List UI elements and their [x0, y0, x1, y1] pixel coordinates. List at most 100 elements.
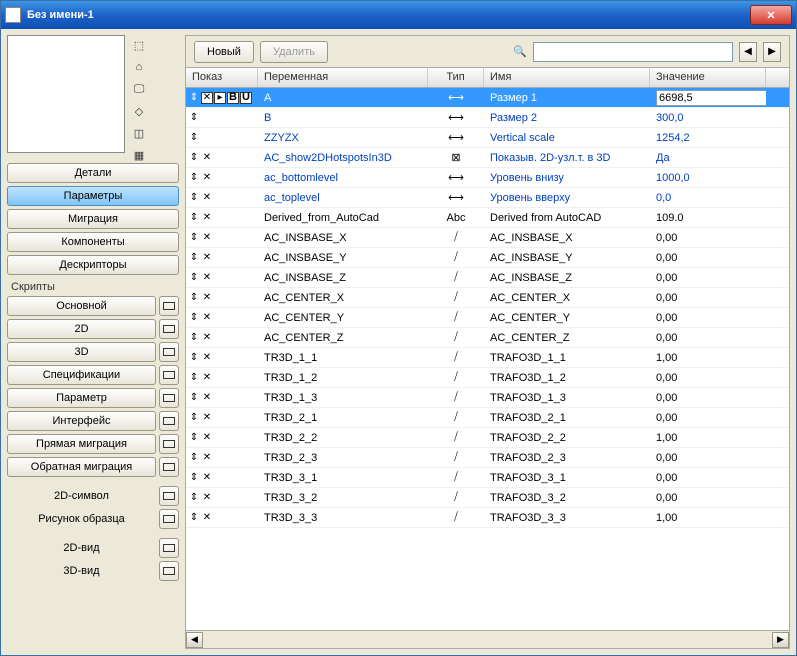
- table-row[interactable]: ⇕✕ac_bottomlevel⟷Уровень внизу1000,0: [186, 168, 789, 188]
- table-row[interactable]: ⇕✕AC_CENTER_Y⧸AC_CENTER_Y0,00: [186, 308, 789, 328]
- script-2d-aux[interactable]: [159, 319, 179, 339]
- cell-pokaz[interactable]: ⇕: [186, 112, 258, 124]
- cell-type-icon[interactable]: ⟷: [428, 171, 484, 184]
- cell-type-icon[interactable]: ⧸: [428, 431, 484, 444]
- cell-pokaz[interactable]: ⇕✕: [186, 192, 258, 204]
- col-type[interactable]: Тип: [428, 68, 484, 87]
- table-row[interactable]: ⇕✕▸BUA⟷Размер 1: [186, 88, 789, 108]
- value-input[interactable]: [656, 90, 766, 106]
- table-row[interactable]: ⇕B⟷Размер 2300,0: [186, 108, 789, 128]
- table-row[interactable]: ⇕✕TR3D_2_3⧸TRAFO3D_2_30,00: [186, 448, 789, 468]
- table-row[interactable]: ⇕ZZYZX⟷Vertical scale1254,2: [186, 128, 789, 148]
- nav-prev-button[interactable]: ◀: [739, 42, 757, 62]
- cell-type-icon[interactable]: ⧸: [428, 351, 484, 364]
- horizontal-scrollbar[interactable]: ◀ ▶: [186, 630, 789, 648]
- cell-type-icon[interactable]: ⧸: [428, 331, 484, 344]
- script-param-aux[interactable]: [159, 388, 179, 408]
- table-row[interactable]: ⇕✕AC_CENTER_Z⧸AC_CENTER_Z0,00: [186, 328, 789, 348]
- cell-pokaz[interactable]: ⇕✕: [186, 172, 258, 184]
- cell-type-icon[interactable]: ⧸: [428, 511, 484, 524]
- box-tool-icon[interactable]: ◫: [131, 125, 147, 141]
- script-interface-aux[interactable]: [159, 411, 179, 431]
- table-row[interactable]: ⇕✕TR3D_1_3⧸TRAFO3D_1_30,00: [186, 388, 789, 408]
- migration-button[interactable]: Миграция: [7, 209, 179, 229]
- script-main-button[interactable]: Основной: [7, 296, 156, 316]
- cell-pokaz[interactable]: ⇕✕: [186, 212, 258, 224]
- cell-pokaz[interactable]: ⇕✕▸BU: [186, 92, 258, 104]
- script-interface-button[interactable]: Интерфейс: [7, 411, 156, 431]
- col-variable[interactable]: Переменная: [258, 68, 428, 87]
- delete-button[interactable]: Удалить: [260, 41, 328, 63]
- arrow-tool-icon[interactable]: ⬚: [131, 37, 147, 53]
- script-back-aux[interactable]: [159, 457, 179, 477]
- table-row[interactable]: ⇕✕AC_show2DHotspotsIn3D⊠Показыв. 2D-узл.…: [186, 148, 789, 168]
- cell-pokaz[interactable]: ⇕✕: [186, 492, 258, 504]
- cell-type-icon[interactable]: ⧸: [428, 251, 484, 264]
- script-main-aux[interactable]: [159, 296, 179, 316]
- table-row[interactable]: ⇕✕TR3D_3_3⧸TRAFO3D_3_31,00: [186, 508, 789, 528]
- symbol-2d-aux[interactable]: [159, 486, 179, 506]
- cell-type-icon[interactable]: ⊠: [428, 151, 484, 164]
- script-param-button[interactable]: Параметр: [7, 388, 156, 408]
- cell-pokaz[interactable]: ⇕✕: [186, 252, 258, 264]
- cell-type-icon[interactable]: ⧸: [428, 391, 484, 404]
- parameters-button[interactable]: Параметры: [7, 186, 179, 206]
- cell-pokaz[interactable]: ⇕✕: [186, 152, 258, 164]
- cell-pokaz[interactable]: ⇕✕: [186, 512, 258, 524]
- cell-type-icon[interactable]: ⧸: [428, 311, 484, 324]
- script-specs-button[interactable]: Спецификации: [7, 365, 156, 385]
- cell-type-icon[interactable]: ⟷: [428, 191, 484, 204]
- parameters-table[interactable]: Показ Переменная Тип Имя Значение ⇕✕▸BUA…: [186, 68, 789, 630]
- cell-type-icon[interactable]: ⧸: [428, 371, 484, 384]
- cell-pokaz[interactable]: ⇕✕: [186, 352, 258, 364]
- table-row[interactable]: ⇕✕AC_INSBASE_Z⧸AC_INSBASE_Z0,00: [186, 268, 789, 288]
- cell-pokaz[interactable]: ⇕✕: [186, 412, 258, 424]
- col-pokaz[interactable]: Показ: [186, 68, 258, 87]
- cell-pokaz[interactable]: ⇕✕: [186, 452, 258, 464]
- nav-next-button[interactable]: ▶: [763, 42, 781, 62]
- cell-pokaz[interactable]: ⇕✕: [186, 472, 258, 484]
- cell-type-icon[interactable]: ⧸: [428, 271, 484, 284]
- script-3d-aux[interactable]: [159, 342, 179, 362]
- new-button[interactable]: Новый: [194, 41, 254, 63]
- script-fwd-aux[interactable]: [159, 434, 179, 454]
- table-row[interactable]: ⇕✕AC_INSBASE_X⧸AC_INSBASE_X0,00: [186, 228, 789, 248]
- cell-pokaz[interactable]: ⇕✕: [186, 432, 258, 444]
- cell-pokaz[interactable]: ⇕: [186, 132, 258, 144]
- cell-type-icon[interactable]: Abc: [428, 212, 484, 224]
- script-specs-aux[interactable]: [159, 365, 179, 385]
- sample-img-aux[interactable]: [159, 509, 179, 529]
- search-input[interactable]: [533, 42, 733, 62]
- details-button[interactable]: Детали: [7, 163, 179, 183]
- monitor-tool-icon[interactable]: 🖵: [131, 81, 147, 97]
- script-back-migration-button[interactable]: Обратная миграция: [7, 457, 156, 477]
- table-row[interactable]: ⇕✕TR3D_1_2⧸TRAFO3D_1_20,00: [186, 368, 789, 388]
- cell-type-icon[interactable]: ⟷: [428, 131, 484, 144]
- table-row[interactable]: ⇕✕AC_CENTER_X⧸AC_CENTER_X0,00: [186, 288, 789, 308]
- cell-pokaz[interactable]: ⇕✕: [186, 292, 258, 304]
- cell-pokaz[interactable]: ⇕✕: [186, 372, 258, 384]
- cell-type-icon[interactable]: ⧸: [428, 451, 484, 464]
- cell-type-icon[interactable]: ⧸: [428, 291, 484, 304]
- cell-type-icon[interactable]: ⧸: [428, 471, 484, 484]
- view-3d-aux[interactable]: [159, 561, 179, 581]
- table-row[interactable]: ⇕✕ac_toplevel⟷Уровень вверху0,0: [186, 188, 789, 208]
- table-row[interactable]: ⇕✕TR3D_3_2⧸TRAFO3D_3_20,00: [186, 488, 789, 508]
- table-row[interactable]: ⇕✕TR3D_1_1⧸TRAFO3D_1_11,00: [186, 348, 789, 368]
- view-2d-aux[interactable]: [159, 538, 179, 558]
- components-button[interactable]: Компоненты: [7, 232, 179, 252]
- col-value[interactable]: Значение: [650, 68, 766, 87]
- cell-type-icon[interactable]: ⧸: [428, 231, 484, 244]
- cube-tool-icon[interactable]: ◇: [131, 103, 147, 119]
- cell-pokaz[interactable]: ⇕✕: [186, 272, 258, 284]
- script-3d-button[interactable]: 3D: [7, 342, 156, 362]
- table-row[interactable]: ⇕✕TR3D_2_1⧸TRAFO3D_2_10,00: [186, 408, 789, 428]
- table-row[interactable]: ⇕✕TR3D_3_1⧸TRAFO3D_3_10,00: [186, 468, 789, 488]
- cell-type-icon[interactable]: ⟷: [428, 111, 484, 124]
- cell-type-icon[interactable]: ⧸: [428, 411, 484, 424]
- screen-tool-icon[interactable]: ⌂: [131, 59, 147, 75]
- table-row[interactable]: ⇕✕Derived_from_AutoCadAbcDerived from Au…: [186, 208, 789, 228]
- film-tool-icon[interactable]: ▦: [131, 147, 147, 163]
- col-name[interactable]: Имя: [484, 68, 650, 87]
- table-row[interactable]: ⇕✕AC_INSBASE_Y⧸AC_INSBASE_Y0,00: [186, 248, 789, 268]
